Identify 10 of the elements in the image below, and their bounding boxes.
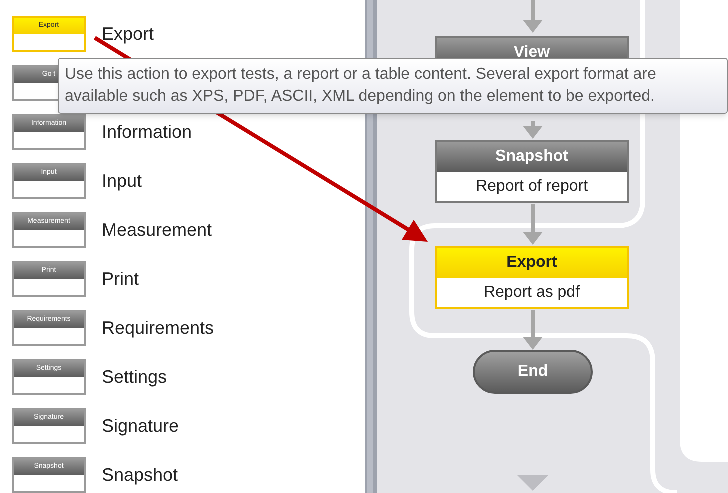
action-label: Requirements	[102, 316, 214, 340]
tooltip: Use this action to export tests, a report or a table content. Several export format are available such as XPS, PDF, ASCII, XML depending on the element to be exported.	[58, 58, 728, 114]
action-label: Input	[102, 170, 142, 193]
action-label: Export	[102, 22, 154, 46]
action-label: Signature	[102, 414, 180, 438]
action-label: Information	[102, 120, 192, 144]
action-label: Measurement	[102, 218, 212, 242]
action-label: Snapshot	[102, 464, 178, 487]
action-label: Print	[102, 268, 140, 290]
action-label: Settings	[102, 366, 168, 389]
